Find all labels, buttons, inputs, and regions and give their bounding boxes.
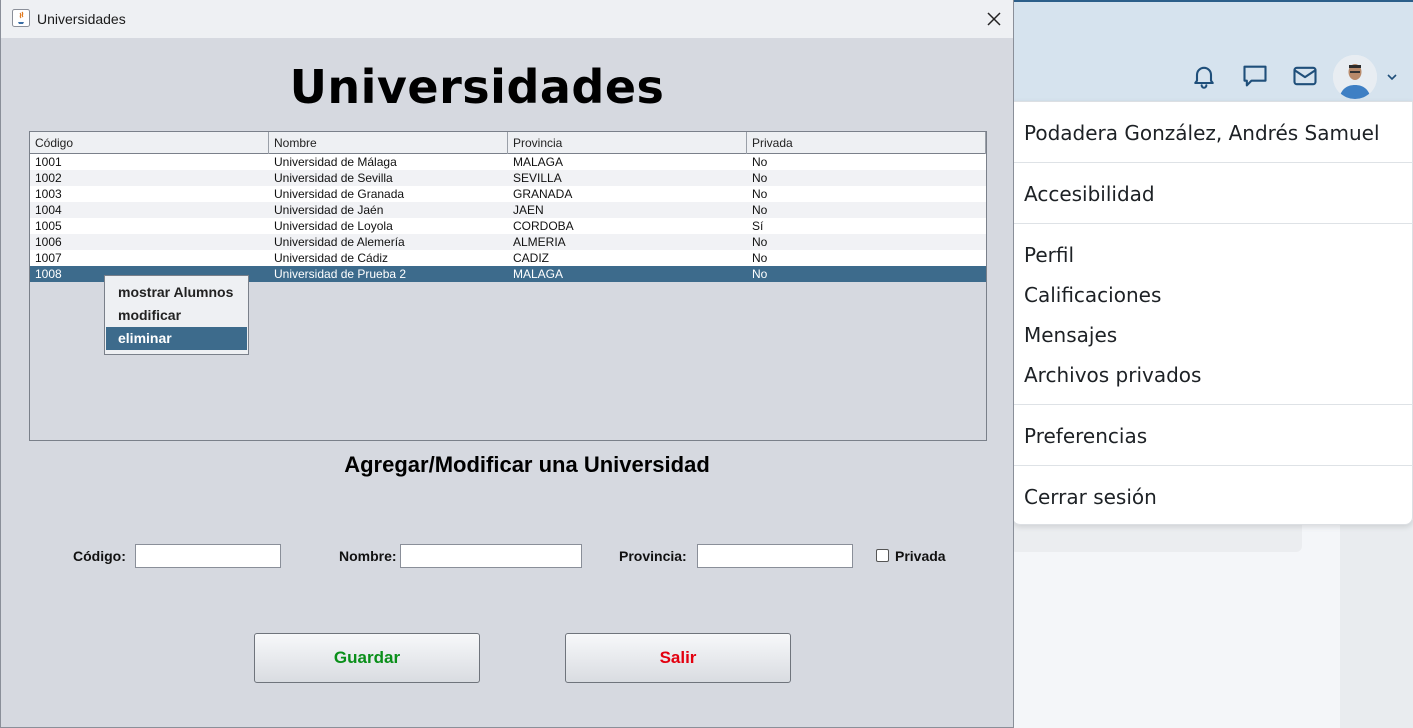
table-cell: CADIZ [513,251,549,265]
table-cell: No [752,187,768,201]
provincia-label: Provincia: [619,548,687,564]
menu-item-mensajes[interactable]: Mensajes [1024,323,1117,347]
table-cell: JAEN [513,203,544,217]
table-cell: 1002 [35,171,62,185]
menu-item-archivos-privados[interactable]: Archivos privados [1024,363,1201,387]
divider [1013,223,1413,224]
menu-item-perfil[interactable]: Perfil [1024,243,1074,267]
column-header[interactable]: Nombre [269,132,508,154]
table-cell: GRANADA [513,187,573,201]
menu-item-accesibilidad[interactable]: Accesibilidad [1024,182,1155,206]
table-cell: MALAGA [513,155,564,169]
table-cell: 1004 [35,203,62,217]
table-cell: Universidad de Granada [274,187,405,201]
column-header[interactable]: Privada [747,132,986,154]
table-cell: No [752,155,768,169]
table-header: Código Nombre Provincia Privada [30,132,986,154]
salir-button[interactable]: Salir [565,633,791,683]
mail-icon[interactable] [1291,62,1319,90]
table-cell: 1003 [35,187,62,201]
page-title: Universidades [289,60,665,114]
window-title: Universidades [37,11,126,27]
table-row[interactable]: 1004 Universidad de Jaén JAEN No [30,202,986,218]
privada-checkbox[interactable] [876,549,889,562]
table-cell: 1006 [35,235,62,249]
table-cell: 1001 [35,155,62,169]
ctx-eliminar[interactable]: eliminar [106,327,247,350]
table-row[interactable]: 1005 Universidad de Loyola CORDOBA Sí [30,218,986,234]
ctx-mostrar-alumnos[interactable]: mostrar Alumnos [106,281,247,304]
table-cell: Universidad de Loyola [274,219,393,233]
menu-item-calificaciones[interactable]: Calificaciones [1024,283,1161,307]
table-cell: 1007 [35,251,62,265]
table-row[interactable]: 1001 Universidad de Málaga MALAGA No [30,154,986,170]
menu-item-cerrar-sesion[interactable]: Cerrar sesión [1024,485,1157,509]
table-row[interactable]: 1006 Universidad de Alemería ALMERIA No [30,234,986,250]
divider [1013,404,1413,405]
table-row[interactable]: 1002 Universidad de Sevilla SEVILLA No [30,170,986,186]
table-cell: ALMERIA [513,235,566,249]
title-bar[interactable]: Universidades [1,0,1013,38]
background-panel [1340,520,1413,728]
table-cell: 1005 [35,219,62,233]
table-cell: MALAGA [513,267,564,281]
table-cell: Universidad de Sevilla [274,171,393,185]
column-header[interactable]: Código [30,132,269,154]
codigo-label: Código: [73,548,126,564]
user-name[interactable]: Podadera González, Andrés Samuel [1024,121,1380,145]
table-row[interactable]: 1003 Universidad de Granada GRANADA No [30,186,986,202]
table-cell: Universidad de Málaga [274,155,397,169]
codigo-input[interactable] [135,544,281,568]
table-cell: Universidad de Alemería [274,235,405,249]
nombre-label: Nombre: [339,548,397,564]
menu-item-preferencias[interactable]: Preferencias [1024,424,1147,448]
table-row[interactable]: 1007 Universidad de Cádiz CADIZ No [30,250,986,266]
table-cell: No [752,203,768,217]
table-cell: CORDOBA [513,219,574,233]
table-cell: Universidad de Jaén [274,203,384,217]
context-menu: mostrar Alumnos modificar eliminar [104,275,249,355]
table-cell: No [752,171,768,185]
chat-icon[interactable] [1241,62,1269,90]
table-cell: Universidad de Cádiz [274,251,389,265]
bell-icon[interactable] [1190,62,1218,90]
table-cell: Universidad de Prueba 2 [274,267,407,281]
avatar[interactable] [1333,55,1377,99]
table-cell: No [752,235,768,249]
nombre-input[interactable] [400,544,582,568]
divider [1013,162,1413,163]
table-cell: No [752,251,768,265]
form-title: Agregar/Modificar una Universidad [344,452,710,477]
chevron-down-icon[interactable] [1385,70,1399,84]
ctx-modificar[interactable]: modificar [106,304,247,327]
column-header[interactable]: Provincia [508,132,747,154]
java-icon [12,9,30,27]
guardar-button[interactable]: Guardar [254,633,480,683]
table-cell: SEVILLA [513,171,562,185]
table-cell: No [752,267,768,281]
close-icon[interactable] [981,6,1007,32]
user-menu: Podadera González, Andrés Samuel Accesib… [1012,101,1413,525]
privada-label: Privada [895,548,946,564]
universidades-window: Universidades Universidades Código Nombre… [0,0,1014,728]
table-cell: Sí [752,219,764,233]
divider [1013,465,1413,466]
provincia-input[interactable] [697,544,853,568]
